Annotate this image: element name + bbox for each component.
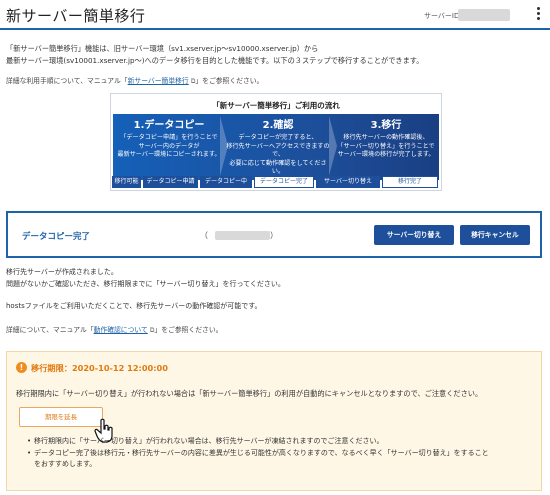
manual-reference-2: 詳細について、マニュアル「動作確認について ⧉」をご参照ください。	[6, 324, 222, 335]
manual-suffix: 」をご参照ください。	[154, 326, 223, 334]
step-desc-line: 「データコピー申請」を行うことで	[120, 134, 218, 141]
manual-link-verify[interactable]: 動作確認について	[94, 326, 148, 334]
page-header: 新サーバー簡単移行 サーバーID	[0, 0, 550, 30]
more-vertical-icon[interactable]	[535, 6, 541, 24]
manual-reference: 詳細な利用手順について、マニュアル「新サーバー簡単移行 ⧉」をご参照ください。	[6, 75, 263, 86]
step-desc-line: 「サーバー切り替え」を行うことで	[337, 142, 435, 150]
note-item: 移行期限内に「サーバー切り替え」が行われない場合は、移行先サーバーが凍結されます…	[27, 436, 532, 448]
extend-deadline-button[interactable]: 期限を延長	[19, 407, 103, 427]
server-id-label: サーバーID	[424, 12, 460, 20]
status-chip-copy-done: データコピー完了	[254, 176, 314, 188]
status-chip-complete: 移行完了	[382, 176, 438, 188]
intro-line-2: 最新サーバー環境(sv10001.xserver.jp〜)へのデータ移行を目的と…	[6, 56, 424, 65]
manual-prefix: 詳細な利用手順について、マニュアル「	[6, 77, 128, 85]
step-desc-line: 移行先サーバーの動作確認後、	[343, 134, 429, 141]
status-value	[215, 231, 270, 240]
status-chip-server-switch: サーバー切り替え	[316, 176, 380, 188]
step-title: 3.移行	[370, 120, 402, 131]
flow-title: 「新サーバー簡単移行」ご利用の流れ	[212, 101, 340, 110]
deadline-notes: 移行期限内に「サーバー切り替え」が行われない場合は、移行先サーバーが凍結されます…	[27, 436, 532, 471]
flow-steps-band: 1.データコピー 「データコピー申請」を行うことで サーバー内のデータが 最新サ…	[113, 114, 439, 180]
intro-text: 「新サーバー簡単移行」機能は、旧サーバー環境（sv1.xserver.jp〜sv…	[6, 43, 526, 67]
note-item-continued: をおすすめします。	[34, 460, 97, 468]
manual-link[interactable]: 新サーバー簡単移行	[128, 77, 189, 85]
step-desc-line: サーバー環境の移行が完了します。	[337, 151, 435, 158]
step-desc-line: サーバー内のデータが	[138, 142, 200, 150]
server-switch-button[interactable]: サーバー切り替え	[374, 225, 454, 245]
status-card: データコピー完了 （ ） サーバー切り替え 移行キャンセル	[6, 211, 542, 258]
manual-prefix: 詳細について、マニュアル「	[6, 326, 94, 334]
server-id-value	[458, 9, 510, 21]
status-label: データコピー完了	[22, 232, 91, 242]
message-check: 問題がないかご確認いただき、移行期限までに「サーバー切り替え」を行ってください。	[6, 280, 285, 288]
status-chip-migratable: 移行可能	[112, 176, 141, 188]
step-desc-line: 移行先サーバーへアクセスできますので、	[226, 142, 330, 159]
paren-close: ）	[270, 231, 278, 240]
step-title: 2.確認	[262, 120, 294, 131]
manual-suffix: 」をご参照ください。	[195, 77, 264, 85]
note-item: データコピー完了後は移行元・移行先サーバーの内容に差異が生じる可能性が高くなりま…	[27, 448, 532, 460]
step-title: 1.データコピー	[133, 120, 205, 131]
step-desc-line: 必要に応じて動作確認をしてください。	[229, 159, 327, 176]
cancel-migration-button[interactable]: 移行キャンセル	[460, 225, 530, 245]
warning-icon: !	[16, 362, 27, 373]
step-migrate: 3.移行 移行先サーバーの動作確認後、 「サーバー切り替え」を行うことで サーバ…	[332, 116, 440, 160]
deadline-panel: ! 移行期限：2020-10-12 12:00:00 移行期限内に「サーバー切り…	[6, 351, 542, 491]
paren-open: （	[200, 231, 208, 240]
step-desc-line: 最新サーバー環境にコピーされます。	[117, 151, 221, 158]
step-desc-line: データコピーが完了すると、	[238, 134, 318, 141]
message-hosts: hostsファイルをご利用いただくことで、移行先サーバーの動作確認が可能です。	[6, 302, 262, 310]
deadline-title: 移行期限：2020-10-12 12:00:00	[31, 363, 168, 373]
intro-line-1: 「新サーバー簡単移行」機能は、旧サーバー環境（sv1.xserver.jp〜sv…	[6, 44, 319, 53]
status-chip-copying: データコピー中	[200, 176, 252, 188]
step-data-copy: 1.データコピー 「データコピー申請」を行うことで サーバー内のデータが 最新サ…	[115, 116, 223, 160]
status-chip-copy-request: データコピー申請	[143, 176, 198, 188]
page-title: 新サーバー簡単移行	[6, 7, 146, 25]
step-confirm: 2.確認 データコピーが完了すると、 移行先サーバーへアクセスできますので、 必…	[224, 116, 332, 177]
message-created: 移行先サーバーが作成されました。	[6, 268, 118, 276]
deadline-text: 移行期限内に「サーバー切り替え」が行われない場合は「新サーバー簡単移行」の利用が…	[16, 389, 483, 398]
